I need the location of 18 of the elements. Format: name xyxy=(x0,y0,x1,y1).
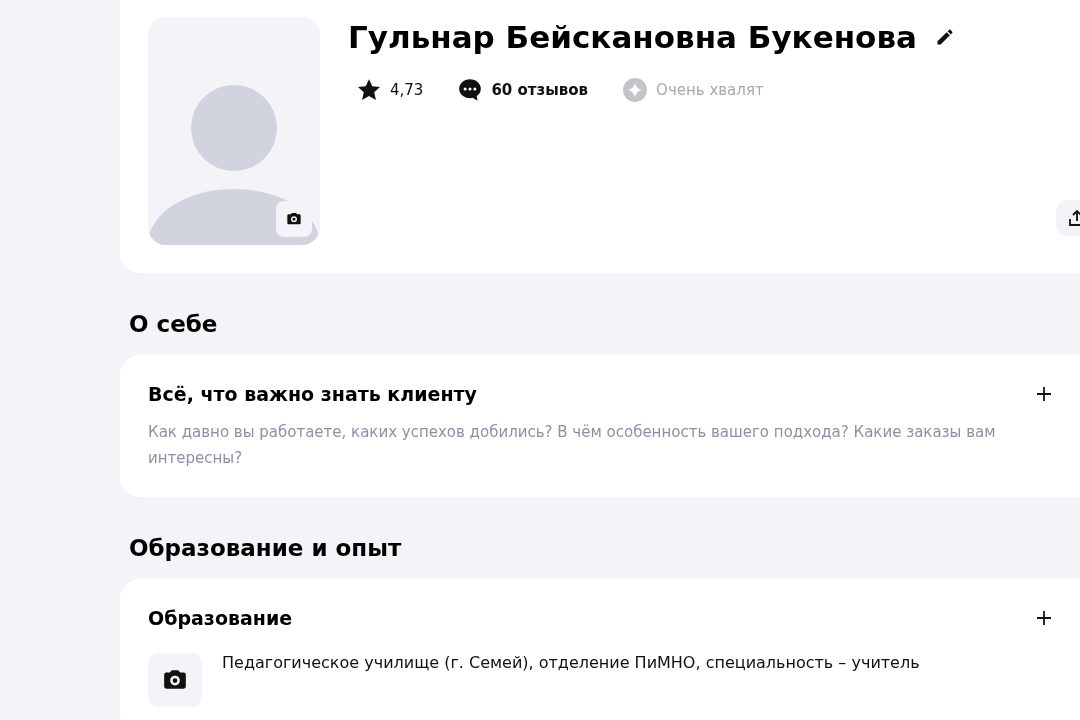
section-heading: Образование и опыт xyxy=(129,535,403,561)
card-prompt: Как давно вы работаете, каких успехов добились? В чём особенность вашего подхода? Какие заказы вам интересны? xyxy=(148,422,997,469)
rating-value: 4,73 xyxy=(390,81,424,99)
star-icon xyxy=(356,77,382,103)
education-entry: Педагогическое училище (г. Семей), отделение ПиМНО, специальность – учитель xyxy=(222,653,920,674)
photo-thumbnail[interactable] xyxy=(148,653,202,707)
add-icon[interactable] xyxy=(1036,610,1052,626)
section-heading: О себе xyxy=(129,311,219,337)
camera-icon xyxy=(286,211,302,227)
reviews-count[interactable]: 60 отзывов xyxy=(491,81,589,99)
add-icon[interactable] xyxy=(1036,386,1052,402)
chat-bubble-icon xyxy=(457,77,484,103)
card-title: Образование xyxy=(148,607,293,629)
card-title: Всё, что важно знать клиенту xyxy=(148,383,477,405)
person-silhouette-icon xyxy=(148,85,320,245)
badge-label: Очень хвалят xyxy=(656,81,764,99)
profile-name: Гульнар Бейскановна Букенова xyxy=(348,19,917,55)
sparkle-icon xyxy=(622,77,649,103)
